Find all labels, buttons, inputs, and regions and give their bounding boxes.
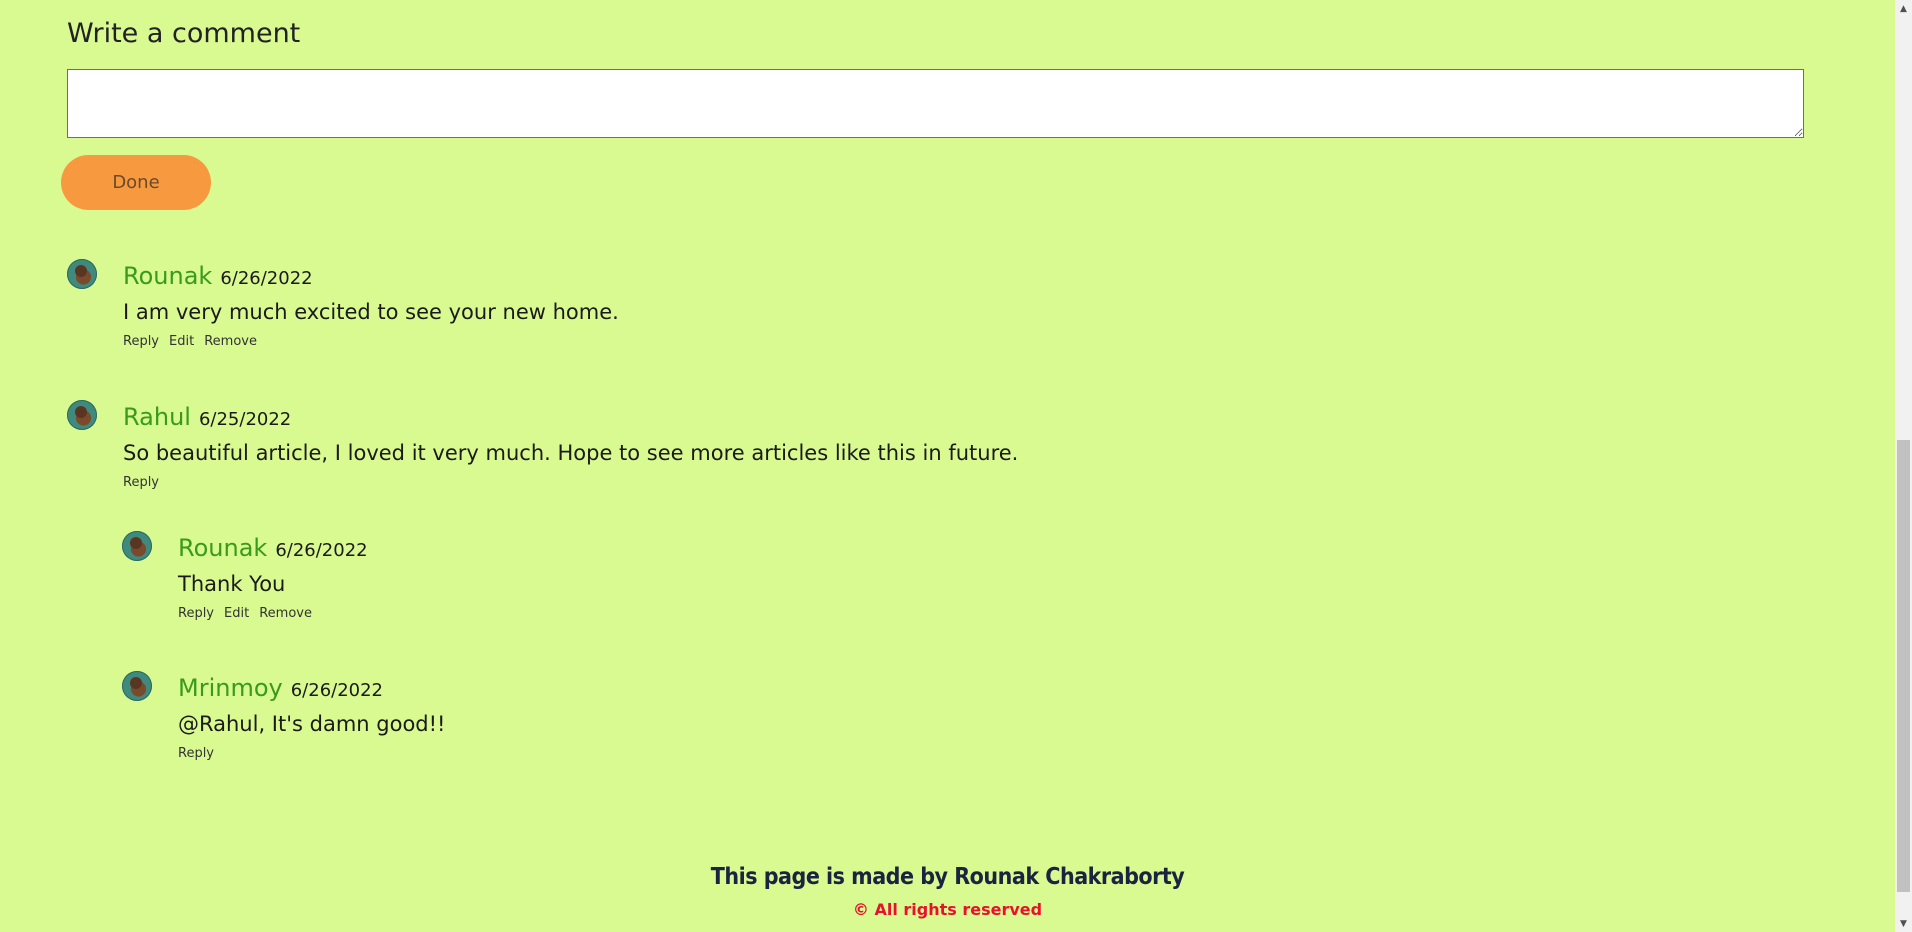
comment-date: 6/25/2022 [198,409,292,430]
scroll-thumb[interactable] [1897,440,1910,892]
remove-button[interactable]: Remove [204,334,257,349]
reply-button[interactable]: Reply [178,606,214,621]
comment-text: I am very much excited to see your new h… [123,300,619,324]
scroll-down-icon[interactable]: ▼ [1895,915,1912,932]
comment-date: 6/26/2022 [290,680,384,701]
comment-author[interactable]: Rounak [178,534,267,562]
footer-rights: © All rights reserved [852,900,1043,919]
comment-date: 6/26/2022 [275,540,368,561]
comment-author[interactable]: Rounak [123,262,212,290]
scroll-up-icon[interactable]: ▲ [1895,0,1912,17]
vertical-scrollbar[interactable]: ▲ ▼ [1895,0,1912,932]
comment-actions: Reply [178,746,445,761]
done-button[interactable]: Done [61,155,211,210]
reply-button[interactable]: Reply [178,746,214,761]
comment-text: Thank You [178,572,286,596]
comment-actions: Reply Edit Remove [123,334,619,349]
avatar-icon [122,671,152,701]
comment-text: @Rahul, It's damn good!! [178,712,446,736]
comments-page: Write a comment Done Rounak 6/26/2022 I a… [0,0,1895,932]
comment-actions: Reply [123,475,1018,490]
comment-input[interactable] [67,69,1804,138]
comment-actions: Reply Edit Remove [178,606,368,621]
avatar-icon [67,259,97,289]
reply-button[interactable]: Reply [123,475,159,490]
reply-button[interactable]: Reply [123,334,159,349]
avatar-icon [67,400,97,430]
edit-button[interactable]: Edit [224,606,249,621]
remove-button[interactable]: Remove [259,606,312,621]
avatar-icon [122,531,152,561]
footer-credit: This page is made by Rounak Chakraborty [710,864,1185,890]
comment-author[interactable]: Mrinmoy [178,674,283,702]
comment-text: So beautiful article, I loved it very mu… [123,441,1019,465]
edit-button[interactable]: Edit [169,334,194,349]
comment-form-heading: Write a comment [67,18,301,49]
comment-date: 6/26/2022 [220,268,313,289]
comment-author[interactable]: Rahul [123,403,191,431]
